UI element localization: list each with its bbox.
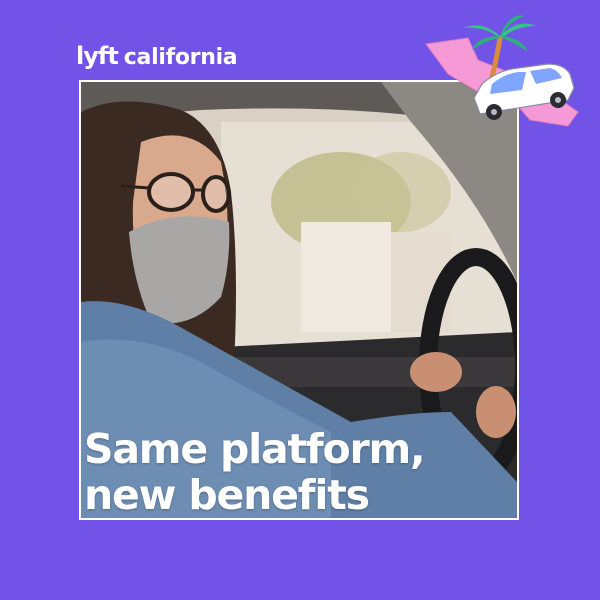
- brand-wordmark: lyft california: [76, 42, 238, 70]
- building-blur: [301, 222, 391, 332]
- hand-left: [410, 352, 462, 392]
- california-sticker: [425, 15, 579, 127]
- region-label: california: [123, 45, 238, 70]
- tree-blur-2: [351, 152, 451, 232]
- headline: Same platform, new benefits: [84, 426, 514, 518]
- ad-canvas: lyft california Same platform, new benef…: [0, 0, 600, 600]
- lyft-logo: lyft: [76, 42, 119, 70]
- headline-line-2: new benefits: [84, 471, 370, 519]
- headline-line-1: Same platform,: [84, 425, 426, 473]
